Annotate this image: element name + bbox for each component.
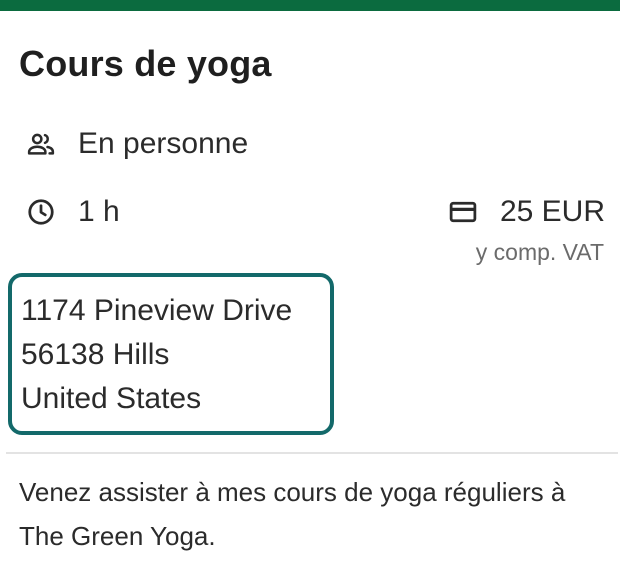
credit-card-icon — [448, 197, 478, 227]
address-link[interactable]: 1174 Pineview Drive 56138 Hills United S… — [8, 273, 334, 435]
event-details-page: Cours de yoga En personne 1 h 25 EUR y c… — [0, 0, 620, 566]
price-label: 25 EUR — [499, 195, 605, 228]
address-line-city: 56138 Hills — [21, 338, 170, 371]
top-accent-bar — [0, 0, 620, 11]
page-title: Cours de yoga — [19, 43, 272, 84]
section-divider — [6, 452, 618, 454]
address-line-country: United States — [21, 382, 202, 415]
attendance-mode: En personne — [26, 126, 248, 162]
address-line-street: 1174 Pineview Drive — [21, 294, 293, 327]
attendance-mode-label: En personne — [78, 127, 249, 160]
tax-note: y comp. VAT — [475, 239, 604, 265]
clock-icon — [26, 197, 56, 227]
people-icon — [26, 129, 56, 159]
event-description: Venez assister à mes cours de yoga régul… — [19, 477, 566, 551]
duration: 1 h — [26, 194, 120, 230]
price: 25 EUR — [448, 194, 605, 230]
duration-label: 1 h — [78, 195, 120, 228]
